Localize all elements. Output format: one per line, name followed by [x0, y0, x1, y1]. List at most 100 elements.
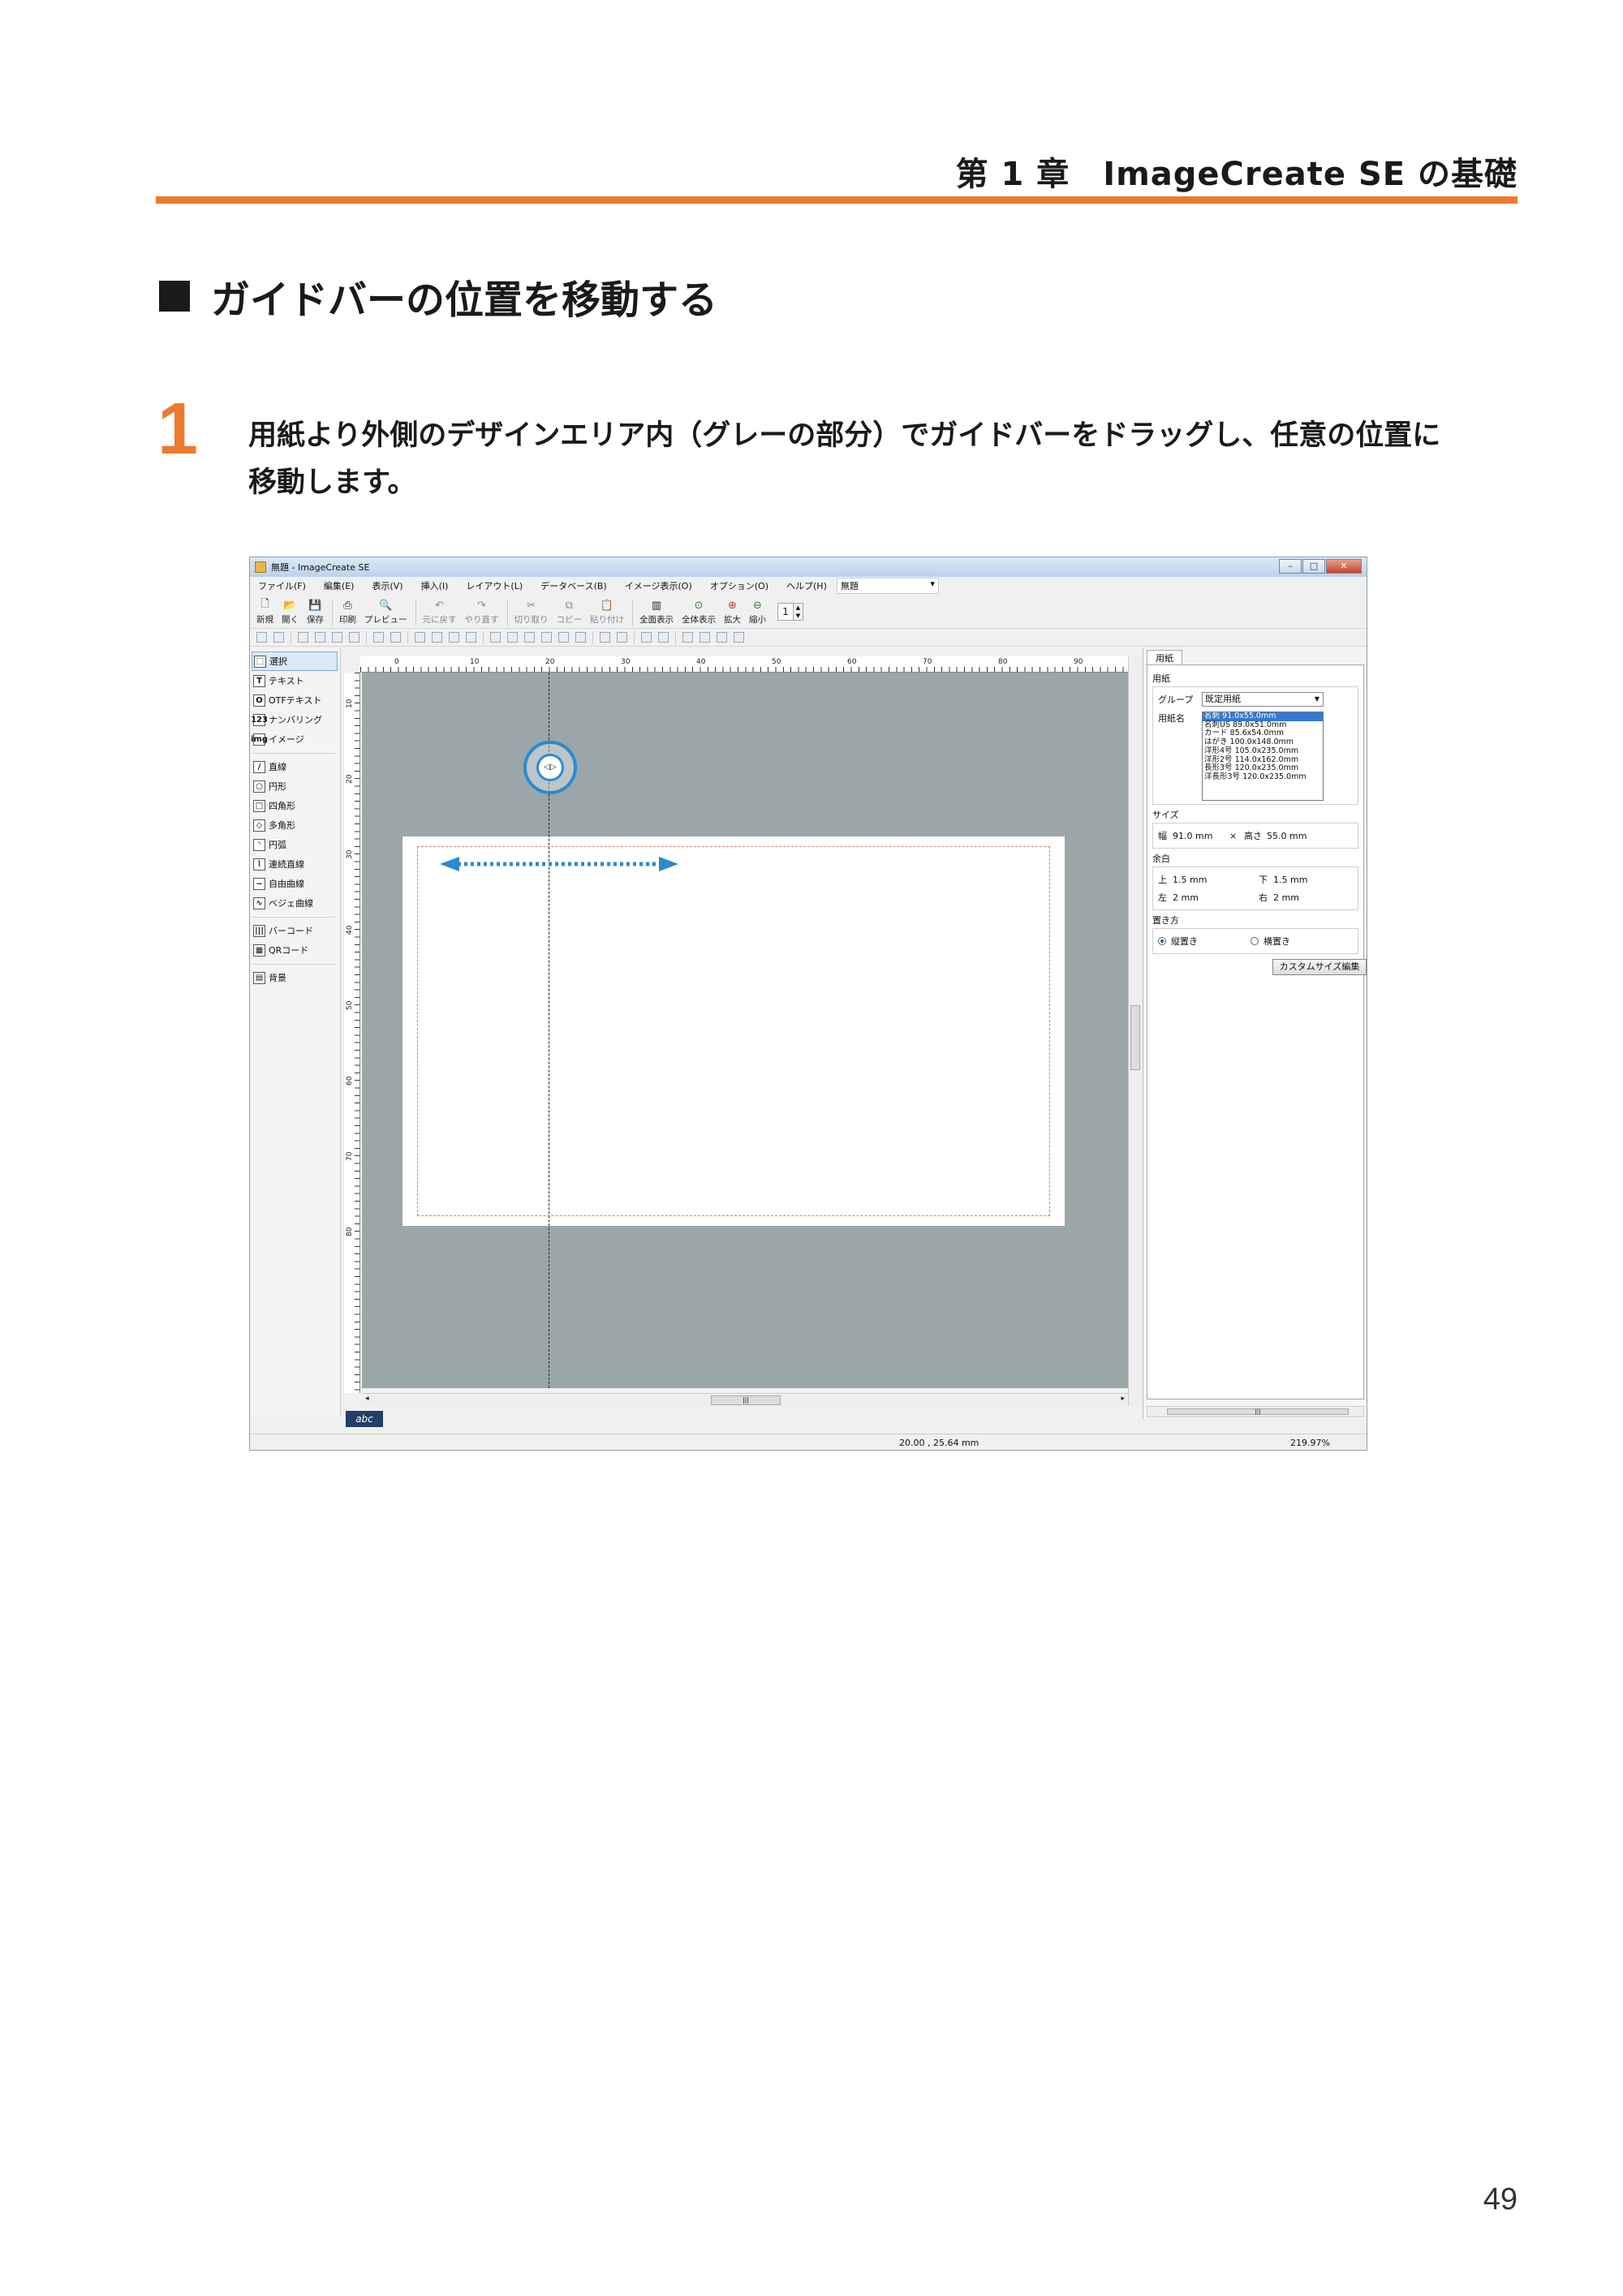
- toolbar-button-5[interactable]: ↶ 元に戻す: [423, 599, 457, 626]
- toolbar-button-6[interactable]: ↷ やり直す: [465, 599, 499, 626]
- menu-item-0[interactable]: ファイル(F): [258, 579, 306, 592]
- toolbar-button-8[interactable]: ⧉ コピー: [557, 599, 583, 626]
- vertical-scrollbar[interactable]: [1128, 656, 1141, 1406]
- menu-item-5[interactable]: データベース(B): [540, 579, 607, 592]
- properties-scroll-thumb[interactable]: |||: [1167, 1408, 1349, 1415]
- align-tool-icon[interactable]: [315, 632, 325, 643]
- tool-bezier[interactable]: ∿ ベジェ曲線: [252, 893, 340, 913]
- toolbar-button-9[interactable]: 📋 貼り付け: [590, 599, 624, 626]
- tool-polygon[interactable]: ◇ 多角形: [252, 815, 340, 835]
- align-tool-icon[interactable]: [298, 632, 308, 643]
- menu-item-2[interactable]: 表示(V): [372, 579, 403, 592]
- scroll-left-icon[interactable]: ◂: [365, 1395, 369, 1403]
- portrait-radio[interactable]: [1158, 937, 1166, 945]
- group-combo[interactable]: 既定用紙 ▼: [1202, 692, 1324, 707]
- tool-qrcode[interactable]: ▦ QRコード: [252, 940, 340, 960]
- margin-top-value[interactable]: 1.5 mm: [1173, 875, 1259, 885]
- scroll-right-icon[interactable]: ▸: [1121, 1395, 1125, 1403]
- menu-item-6[interactable]: イメージ表示(O): [625, 579, 692, 592]
- tool-rectangle[interactable]: □ 四角形: [252, 796, 340, 815]
- tool-text[interactable]: T テキスト: [252, 671, 340, 690]
- toolbar-button-13[interactable]: ⊖ 縮小: [749, 599, 766, 626]
- align-tool-icon[interactable]: [682, 632, 693, 643]
- align-tool-icon[interactable]: [717, 632, 727, 643]
- toolbar-button-12[interactable]: ⊕ 拡大: [724, 599, 741, 626]
- align-tool-icon[interactable]: [273, 632, 284, 643]
- maximize-icon[interactable]: □: [1302, 559, 1325, 574]
- tool-label: ベジェ曲線: [269, 898, 313, 909]
- align-tool-icon[interactable]: [449, 632, 459, 643]
- zoom-step-value[interactable]: 1: [777, 603, 794, 621]
- align-tool-icon[interactable]: [600, 632, 610, 643]
- tool-otf-text[interactable]: O OTFテキスト: [252, 690, 340, 710]
- minimize-icon[interactable]: –: [1279, 559, 1302, 574]
- tab-paper[interactable]: 用紙: [1147, 650, 1182, 665]
- toolbar-button-2[interactable]: 💾 保存: [307, 599, 324, 626]
- app-icon: [255, 561, 266, 573]
- toolbar-button-7[interactable]: ✂ 切り取り: [514, 599, 549, 626]
- align-tool-icon[interactable]: [466, 632, 476, 643]
- guide-bar-drag-handle[interactable]: ◁▷: [523, 741, 577, 794]
- margin-left-value[interactable]: 2 mm: [1173, 892, 1259, 903]
- horizontal-scrollbar[interactable]: ◂ ||| ▸: [362, 1393, 1128, 1406]
- menu-item-1[interactable]: 編集(E): [324, 579, 355, 592]
- ruler-left-label: 50: [346, 1000, 354, 1010]
- toolbar-button-4[interactable]: 🔍 プレビュー: [364, 599, 407, 626]
- menu-item-7[interactable]: オプション(O): [710, 579, 768, 592]
- align-tool-icon[interactable]: [558, 632, 569, 643]
- align-tool-icon[interactable]: [641, 632, 652, 643]
- landscape-radio[interactable]: [1251, 937, 1259, 945]
- align-tool-icon[interactable]: [575, 632, 586, 643]
- vertical-scroll-thumb[interactable]: [1130, 1005, 1140, 1070]
- align-tool-icon[interactable]: [541, 632, 552, 643]
- height-value[interactable]: 55.0 mm: [1267, 831, 1307, 841]
- margin-right-value[interactable]: 2 mm: [1273, 892, 1299, 903]
- tool-line[interactable]: / 直線: [252, 757, 340, 776]
- align-tool-icon[interactable]: [700, 632, 710, 643]
- align-tool-icon[interactable]: [332, 632, 342, 643]
- menu-item-4[interactable]: レイアウト(L): [466, 579, 523, 592]
- tool-background[interactable]: ▤ 背景: [252, 968, 340, 987]
- close-icon[interactable]: ✕: [1326, 559, 1362, 574]
- properties-body: 用紙 グループ 既定用紙 ▼ 用紙名 名刺 91.0x55.0mm 名刺US 89…: [1147, 664, 1367, 1400]
- tool-barcode[interactable]: ||| バーコード: [252, 921, 340, 940]
- align-tool-icon[interactable]: [373, 632, 384, 643]
- tool-image[interactable]: img イメージ: [251, 729, 340, 749]
- toolbar-button-1[interactable]: 📂 開く: [282, 599, 299, 626]
- tool-arc[interactable]: ◝ 円弧: [252, 835, 340, 854]
- custom-size-button[interactable]: カスタムサイズ編集: [1272, 959, 1367, 975]
- tool-numbering[interactable]: 123 ナンバリング: [251, 710, 340, 729]
- document-select[interactable]: 無題 ▾: [836, 578, 939, 594]
- toolbar-button-0[interactable]: 🗋 新規: [256, 598, 273, 626]
- tool-freehand[interactable]: ~ 自由曲線: [252, 874, 340, 893]
- menu-item-8[interactable]: ヘルプ(H): [786, 579, 827, 592]
- align-tool-icon[interactable]: [524, 632, 535, 643]
- menu-item-3[interactable]: 挿入(I): [421, 579, 449, 592]
- tool-polyline[interactable]: ⌇ 連続直線: [252, 854, 340, 874]
- align-tool-icon[interactable]: [658, 632, 669, 643]
- align-tool-icon[interactable]: [256, 632, 267, 643]
- paper-list[interactable]: 名刺 91.0x55.0mm 名刺US 89.0x51.0mm カード 85.6x5…: [1202, 712, 1324, 801]
- align-tool-icon[interactable]: [507, 632, 518, 643]
- margin-bottom-value[interactable]: 1.5 mm: [1273, 875, 1307, 885]
- align-tool-icon[interactable]: [490, 632, 501, 643]
- properties-horizontal-scrollbar[interactable]: |||: [1147, 1406, 1364, 1417]
- paper-list-item[interactable]: 洋長形3号 120.0x235.0mm: [1203, 772, 1323, 782]
- width-value[interactable]: 91.0 mm: [1173, 831, 1229, 841]
- tool-circle[interactable]: ○ 円形: [252, 776, 340, 796]
- align-tool-icon[interactable]: [415, 632, 425, 643]
- toolbar-button-11[interactable]: ⊙ 全体表示: [682, 599, 716, 626]
- align-tool-icon[interactable]: [349, 632, 359, 643]
- align-tool-icon[interactable]: [617, 632, 627, 643]
- design-area[interactable]: ◁▷: [362, 673, 1128, 1388]
- toolbar-button-10[interactable]: ▥ 全面表示: [639, 599, 674, 626]
- paper-list-item[interactable]: 洋形4号 105.0x235.0mm: [1203, 746, 1323, 756]
- align-tool-icon[interactable]: [390, 632, 401, 643]
- zoom-step-spinner[interactable]: 1 ▲ ▼: [777, 603, 803, 621]
- spinner-arrows-icon[interactable]: ▲ ▼: [794, 603, 803, 621]
- align-tool-icon[interactable]: [432, 632, 442, 643]
- align-tool-icon[interactable]: [734, 632, 744, 643]
- horizontal-scroll-thumb[interactable]: |||: [711, 1395, 781, 1405]
- toolbar-button-3[interactable]: ⎙ 印刷: [339, 599, 356, 626]
- tool-select[interactable]: ⬚ 選択: [252, 651, 338, 671]
